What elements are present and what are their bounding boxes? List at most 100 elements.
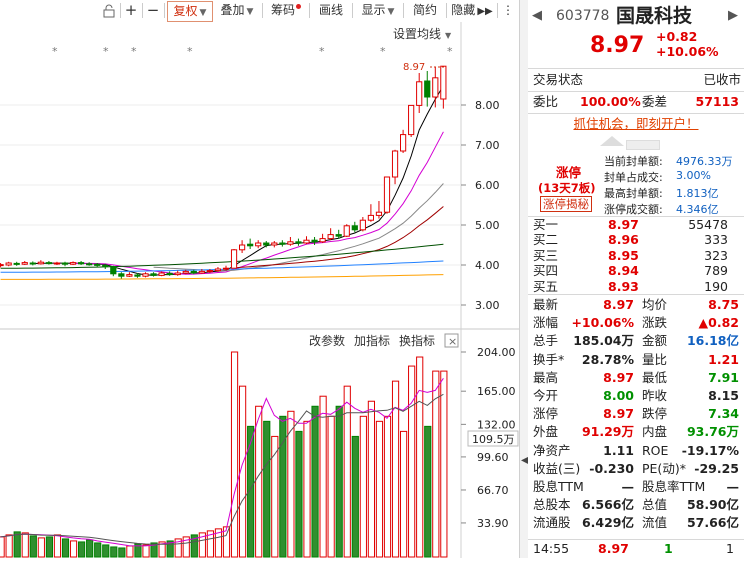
quote-row: 涨停 8.97 跌停 7.34	[528, 405, 744, 423]
candle-body	[343, 225, 350, 237]
candle-body	[319, 238, 326, 243]
lock-icon[interactable]	[99, 1, 119, 20]
candle-body	[424, 80, 431, 98]
candle-body	[158, 272, 165, 276]
quote-value: 8.00	[603, 388, 634, 403]
promo-link[interactable]: 抓住机会，即刻开户！	[528, 115, 744, 133]
volume-bar	[142, 544, 150, 558]
bid-label: 买一	[533, 217, 559, 232]
volume-axis-label: 165.00	[477, 385, 516, 398]
promo-text[interactable]: 抓住机会，即刻开户！	[573, 116, 698, 131]
close-icon[interactable]: ×	[448, 335, 457, 348]
quote-label: 金额	[642, 333, 668, 349]
collapse-up-icon[interactable]	[600, 136, 624, 146]
quote-label: 总值	[642, 497, 668, 513]
quote-row: 外盘 91.29万 内盘 93.76万	[528, 423, 744, 441]
overlay-button[interactable]: 叠加 ▼	[215, 1, 259, 20]
volume-bar	[367, 400, 375, 558]
quote-row: 最新 8.97 均价 8.75	[528, 296, 744, 314]
limit-reveal-button[interactable]: 涨停揭秘	[540, 196, 592, 212]
candle-body	[86, 263, 93, 266]
prev-stock-icon[interactable]: ◀	[532, 5, 542, 27]
quote-value: 8.97	[603, 297, 634, 312]
tab-handle[interactable]	[626, 140, 660, 150]
volume-bar	[94, 542, 102, 558]
candle-body	[13, 262, 20, 265]
dropdown-arrow-icon: ▼	[246, 7, 254, 17]
quote-value: 1.21	[708, 351, 739, 367]
quote-label: 总股本	[533, 497, 571, 513]
kline-chart[interactable]: 8.00 7.00 6.00 5.00 4.00 3.00 204.00 165.00 132.…	[0, 22, 519, 558]
quote-value: -0.230	[589, 460, 634, 476]
quote-panel: ◀ 603778 国晟科技 ▶ 8.97 +0.82 +10.06% 交易状态 …	[528, 0, 744, 558]
dropdown-arrow-icon[interactable]: ▼	[445, 31, 452, 40]
volume-bar	[311, 405, 319, 558]
stock-header: ◀ 603778 国晟科技 ▶	[528, 5, 744, 27]
volume-bar	[400, 430, 408, 558]
quote-label: 流值	[642, 515, 668, 531]
candle-body	[45, 262, 52, 265]
candle-body	[311, 239, 318, 243]
candle-body	[102, 264, 109, 268]
candle-body	[214, 268, 222, 272]
volume-bar	[255, 405, 263, 558]
diff-label: 委差	[642, 94, 668, 109]
price-axis-label: 4.00	[475, 259, 500, 272]
bid-volume: 190	[704, 278, 728, 294]
chips-button[interactable]: 筹码	[266, 1, 306, 20]
volume-bar	[126, 545, 134, 558]
quote-label: 最低	[642, 369, 668, 385]
limit-row-label: 涨停成交额:	[604, 203, 663, 216]
candle-body	[21, 262, 28, 265]
bid-row: 买四 8.94 789	[528, 263, 744, 279]
quote-label: 涨停	[533, 406, 559, 422]
kline-chart-area[interactable]: 8.00 7.00 6.00 5.00 4.00 3.00 204.00 165.00 132.…	[0, 22, 519, 558]
volume-bar	[29, 535, 37, 558]
volume-bar	[351, 435, 359, 558]
candle-body	[142, 273, 149, 277]
price-axis-label: 7.00	[475, 139, 500, 152]
zoom-out-icon[interactable]: −	[145, 1, 161, 20]
switch-indicator-button[interactable]: 换指标	[399, 333, 435, 348]
limit-row-label: 封单占成交:	[604, 171, 663, 184]
volume-tag: 109.5万	[472, 433, 515, 446]
quote-label: 昨收	[642, 388, 668, 403]
quote-value: 93.76万	[686, 424, 739, 440]
candle-body	[150, 273, 157, 276]
bid-price: 8.94	[608, 263, 639, 279]
quote-value: 185.04万	[573, 333, 634, 349]
simple-button[interactable]: 简约	[407, 1, 443, 20]
more-icon[interactable]: ⋮	[500, 1, 516, 20]
last-price: 8.97	[590, 33, 645, 58]
candle-body	[295, 241, 302, 244]
quote-row: 总手 185.04万 金额 16.18亿	[528, 332, 744, 350]
bid-label: 买二	[533, 232, 559, 248]
volume-bar	[45, 536, 53, 558]
chips-label: 筹码	[270, 3, 295, 17]
quote-label: 净资产	[533, 442, 571, 458]
volume-bar	[424, 425, 432, 558]
ma-settings-button[interactable]: 设置均线	[393, 27, 441, 41]
edit-params-button[interactable]: 改参数	[309, 333, 345, 348]
draw-line-button[interactable]: 画线	[313, 1, 349, 20]
volume-bar	[230, 351, 239, 558]
add-indicator-button[interactable]: 加指标	[354, 333, 390, 348]
quote-label: 内盘	[642, 424, 668, 440]
candle-body	[166, 272, 173, 276]
quote-value: 16.18亿	[686, 333, 739, 349]
zoom-in-icon[interactable]: +	[123, 1, 139, 20]
next-stock-icon[interactable]: ▶	[728, 5, 738, 27]
candle-body	[351, 225, 358, 231]
bid-volume: 333	[704, 232, 728, 248]
volume-bar	[335, 405, 343, 558]
hide-button[interactable]: 隐藏 ▶▶	[450, 1, 494, 20]
display-button[interactable]: 显示 ▼	[356, 1, 400, 20]
quote-label: 总手	[533, 333, 559, 349]
bid-row: 买一 8.97 55478	[528, 217, 744, 233]
bid-volume: 323	[704, 247, 728, 263]
quote-value: 1.11	[603, 442, 634, 458]
restore-rights-button[interactable]: 复权 ▼	[167, 1, 213, 22]
bid-row: 买二 8.96 333	[528, 232, 744, 248]
price-axis-label: 5.00	[475, 219, 500, 232]
candle-body	[110, 266, 117, 275]
